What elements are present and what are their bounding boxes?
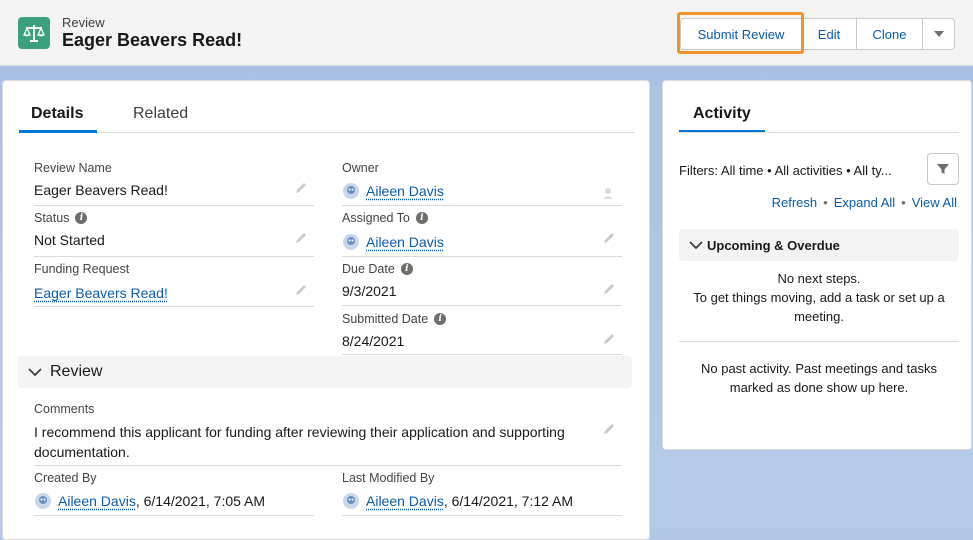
pencil-icon[interactable] — [602, 422, 616, 436]
info-icon[interactable]: i — [400, 263, 413, 275]
created-by-link[interactable]: Aileen Davis — [58, 493, 136, 509]
avatar — [35, 493, 51, 509]
modified-by-link[interactable]: Aileen Davis — [366, 493, 444, 509]
tab-details[interactable]: Details — [19, 103, 97, 133]
filter-button[interactable] — [927, 153, 959, 185]
field-divider — [34, 306, 314, 307]
review-name-value: Eager Beavers Read! — [34, 182, 168, 198]
no-next-steps-line3: meeting. — [794, 309, 844, 324]
created-by-label: Created By — [34, 471, 97, 485]
record-header: Review Eager Beavers Read! Submit Review… — [0, 0, 973, 66]
expand-all-link[interactable]: Expand All — [834, 195, 895, 210]
chevron-down-icon — [689, 241, 703, 250]
pencil-icon[interactable] — [294, 283, 308, 297]
assigned-to-value: Aileen Davis — [342, 233, 444, 251]
chevron-down-icon — [933, 31, 944, 37]
due-date-value: 9/3/2021 — [342, 283, 397, 299]
created-by-date: , 6/14/2021, 7:05 AM — [135, 493, 266, 509]
comments-value-line1: I recommend this applicant for funding a… — [34, 424, 565, 440]
status-label: Status i — [34, 211, 88, 225]
scales-icon — [18, 17, 50, 49]
info-icon[interactable]: i — [415, 212, 428, 224]
submitted-date-value: 8/24/2021 — [342, 333, 405, 349]
pencil-icon[interactable] — [294, 181, 308, 195]
view-all-link[interactable]: View All — [912, 195, 957, 210]
field-divider — [342, 354, 622, 355]
owner-label: Owner — [342, 161, 379, 175]
avatar — [343, 234, 359, 250]
assigned-to-label: Assigned To i — [342, 211, 428, 225]
field-divider — [34, 515, 314, 516]
field-divider — [342, 205, 622, 206]
link-separator: • — [901, 195, 906, 210]
review-section-header[interactable]: Review — [18, 356, 632, 388]
due-date-label: Due Date i — [342, 262, 413, 276]
comments-label: Comments — [34, 402, 95, 416]
upcoming-overdue-title: Upcoming & Overdue — [707, 237, 840, 253]
tab-divider — [679, 132, 959, 133]
funding-request-label: Funding Request — [34, 262, 130, 276]
field-divider — [342, 305, 622, 306]
avatar — [343, 183, 359, 199]
detail-tabs: Details Related — [19, 103, 635, 133]
filter-icon — [937, 164, 949, 174]
owner-value: Aileen Davis — [342, 182, 444, 200]
review-section-title: Review — [50, 363, 103, 380]
owner-link[interactable]: Aileen Davis — [366, 183, 444, 199]
modified-by-value: Aileen Davis, 6/14/2021, 7:12 AM — [342, 492, 573, 510]
funding-request-link[interactable]: Eager Beavers Read! — [34, 285, 168, 301]
tab-activity[interactable]: Activity — [679, 103, 765, 133]
pencil-icon[interactable] — [602, 332, 616, 346]
object-type-label: Review — [62, 15, 105, 30]
avatar — [343, 493, 359, 509]
header-button-group: Submit Review Edit Clone — [680, 18, 955, 50]
info-icon[interactable]: i — [75, 212, 88, 224]
activity-links: Refresh • Expand All • View All — [772, 195, 957, 210]
status-value: Not Started — [34, 232, 105, 248]
info-icon[interactable]: i — [434, 313, 447, 325]
submitted-date-label: Submitted Date i — [342, 312, 447, 326]
field-divider — [342, 515, 622, 516]
refresh-link[interactable]: Refresh — [772, 195, 818, 210]
no-next-steps-line1: No next steps. — [777, 271, 861, 286]
comments-value-line2: documentation. — [34, 444, 130, 460]
field-divider — [34, 465, 622, 466]
field-divider — [342, 256, 622, 257]
pencil-icon[interactable] — [294, 231, 308, 245]
activity-card: Activity Filters: All time • All activit… — [662, 80, 972, 450]
clone-button[interactable]: Clone — [856, 18, 923, 50]
activity-filters-text[interactable]: Filters: All time • All activities • All… — [679, 163, 915, 178]
upcoming-overdue-header[interactable]: Upcoming & Overdue — [679, 229, 959, 261]
chevron-down-icon — [28, 368, 42, 377]
created-by-value: Aileen Davis, 6/14/2021, 7:05 AM — [34, 492, 265, 510]
field-divider — [34, 205, 314, 206]
details-card: Details Related — [2, 80, 650, 540]
link-separator: • — [823, 195, 828, 210]
activity-divider — [679, 341, 959, 342]
tab-related[interactable]: Related — [133, 103, 188, 133]
no-next-steps-line2: To get things moving, add a task or set … — [693, 290, 945, 305]
pencil-icon[interactable] — [602, 231, 616, 245]
more-actions-button[interactable] — [922, 18, 955, 50]
review-name-label: Review Name — [34, 161, 112, 175]
assigned-to-link[interactable]: Aileen Davis — [366, 234, 444, 250]
field-divider — [34, 256, 314, 257]
pencil-icon[interactable] — [602, 282, 616, 296]
modified-by-date: , 6/14/2021, 7:12 AM — [443, 493, 574, 509]
no-past-activity-line1: No past activity. Past meetings and task… — [700, 361, 938, 376]
edit-button[interactable]: Edit — [801, 18, 857, 50]
page-title: Eager Beavers Read! — [62, 30, 243, 50]
no-past-activity-line2: marked as done show up here. — [729, 380, 909, 395]
change-owner-icon[interactable] — [602, 186, 616, 200]
submit-review-button[interactable]: Submit Review — [680, 18, 802, 50]
modified-by-label: Last Modified By — [342, 471, 435, 485]
